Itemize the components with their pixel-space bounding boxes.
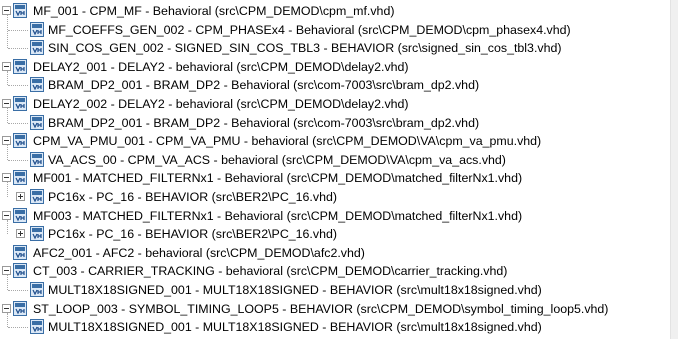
tree-connector — [7, 182, 8, 197]
vhdl-module-icon — [13, 207, 27, 223]
vhdl-module-icon — [30, 189, 44, 204]
tree-node-label: MF_001 - CPM_MF - Behavioral (src\CPM_DE… — [33, 4, 395, 18]
tree-node[interactable]: MF003 - MATCHED_FILTERNx1 - Behavioral (… — [0, 207, 671, 226]
tree-node[interactable]: CT_003 - CARRIER_TRACKING - behavioral (… — [0, 262, 671, 281]
expand-toggle[interactable] — [16, 192, 25, 201]
vhdl-module-icon — [30, 151, 44, 167]
tree-node-label: BRAM_DP2_001 - BRAM_DP2 - Behavioral (sr… — [48, 115, 480, 130]
tree-connector — [8, 327, 28, 329]
tree-node-label: VA_ACS_00 - CPM_VA_ACS - behavioral (src… — [48, 152, 506, 167]
tree-node-label: CPM_VA_PMU_001 - CPM_VA_PMU - behavioral… — [33, 134, 542, 149]
tree-connector — [7, 108, 8, 123]
collapse-toggle[interactable] — [2, 136, 11, 146]
tree-node[interactable]: BRAM_DP2_001 - BRAM_DP2 - Behavioral (sr… — [0, 76, 671, 95]
tree-node[interactable]: ST_LOOP_003 - SYMBOL_TIMING_LOOP5 - BEHA… — [0, 300, 671, 319]
tree-connector — [8, 122, 28, 124]
vhdl-module-icon — [13, 96, 27, 111]
collapse-toggle[interactable] — [2, 173, 11, 183]
tree-node-label: MULT18X18SIGNED_001 - MULT18X18SIGNED - … — [48, 320, 542, 335]
tree-connector — [8, 85, 28, 87]
collapse-toggle[interactable] — [2, 303, 11, 313]
tree-connector — [8, 159, 28, 161]
tree-connector — [7, 70, 8, 86]
tree-node-label: PC16x - PC_16 - BEHAVIOR (src\BER2\PC_16… — [48, 227, 337, 242]
vhdl-module-icon — [30, 114, 44, 130]
collapse-toggle[interactable] — [2, 61, 11, 71]
vhdl-module-icon — [13, 263, 27, 279]
vhdl-module-icon — [13, 244, 27, 260]
tree-node[interactable]: MF_COEFFS_GEN_002 - CPM_PHASEx4 - Behavi… — [0, 21, 671, 40]
tree-node[interactable]: MF_001 - CPM_MF - Behavioral (src\CPM_DE… — [0, 2, 671, 21]
tree-node[interactable]: DELAY2_001 - DELAY2 - behavioral (src\CP… — [0, 58, 671, 77]
tree-connector — [7, 145, 8, 160]
tree-node[interactable]: MULT18X18SIGNED_001 - MULT18X18SIGNED - … — [0, 281, 671, 300]
tree-connector — [7, 219, 8, 235]
tree-node[interactable]: AFC2_001 - AFC2 - behavioral (src\CPM_DE… — [0, 244, 671, 263]
tree-node[interactable]: MULT18X18SIGNED_001 - MULT18X18SIGNED - … — [0, 318, 671, 337]
tree-node-label: MULT18X18SIGNED_001 - MULT18X18SIGNED - … — [48, 283, 542, 297]
vhdl-module-icon — [13, 133, 27, 149]
tree-connector — [7, 312, 8, 328]
tree-node-label: MF003 - MATCHED_FILTERNx1 - Behavioral (… — [33, 208, 523, 223]
tree-connector — [8, 48, 28, 50]
design-hierarchy-tree: MF_001 - CPM_MF - Behavioral (src\CPM_DE… — [0, 0, 671, 339]
tree-connector — [7, 275, 8, 290]
tree-node-label: MF001 - MATCHED_FILTERNx1 - Behavioral (… — [33, 171, 523, 186]
vhdl-module-icon — [13, 58, 27, 74]
collapse-toggle[interactable] — [2, 99, 11, 108]
vhdl-module-icon — [13, 300, 27, 316]
vhdl-module-icon — [30, 77, 44, 93]
tree-node-label: PC16x - PC_16 - BEHAVIOR (src\BER2\PC_16… — [48, 190, 337, 204]
vhdl-module-icon — [13, 170, 27, 186]
vhdl-module-icon — [13, 3, 27, 18]
tree-connector — [8, 29, 28, 31]
vhdl-module-icon — [30, 21, 44, 37]
collapse-toggle[interactable] — [2, 6, 11, 15]
tree-node[interactable]: BRAM_DP2_001 - BRAM_DP2 - Behavioral (sr… — [0, 114, 671, 133]
tree-node-label: DELAY2_002 - DELAY2 - behavioral (src\CP… — [33, 97, 409, 111]
tree-node[interactable]: MF001 - MATCHED_FILTERNx1 - Behavioral (… — [0, 169, 671, 188]
tree-node-label: CT_003 - CARRIER_TRACKING - behavioral (… — [33, 264, 508, 279]
tree-node[interactable]: VA_ACS_00 - CPM_VA_ACS - behavioral (src… — [0, 151, 671, 170]
vhdl-module-icon — [30, 40, 44, 56]
tree-node[interactable]: PC16x - PC_16 - BEHAVIOR (src\BER2\PC_16… — [0, 225, 671, 244]
vhdl-module-icon — [30, 282, 44, 297]
tree-node-label: AFC2_001 - AFC2 - behavioral (src\CPM_DE… — [33, 245, 365, 260]
tree-node-label: BRAM_DP2_001 - BRAM_DP2 - Behavioral (sr… — [48, 78, 480, 93]
tree-node[interactable]: SIN_COS_GEN_002 - SIGNED_SIN_COS_TBL3 - … — [0, 39, 671, 58]
tree-node-label: MF_COEFFS_GEN_002 - CPM_PHASEx4 - Behavi… — [48, 22, 571, 37]
vhdl-module-icon — [30, 319, 44, 335]
expand-toggle[interactable] — [16, 229, 25, 239]
tree-node-label: DELAY2_001 - DELAY2 - behavioral (src\CP… — [33, 59, 409, 74]
tree-node-label: ST_LOOP_003 - SYMBOL_TIMING_LOOP5 - BEHA… — [33, 301, 609, 316]
tree-node[interactable]: PC16x - PC_16 - BEHAVIOR (src\BER2\PC_16… — [0, 188, 671, 207]
tree-connector — [7, 15, 8, 49]
vhdl-module-icon — [30, 226, 44, 242]
collapse-toggle[interactable] — [2, 266, 11, 276]
tree-node-label: SIN_COS_GEN_002 - SIGNED_SIN_COS_TBL3 - … — [48, 41, 562, 56]
collapse-toggle[interactable] — [2, 210, 11, 220]
vertical-scrollbar[interactable] — [670, 0, 678, 339]
tree-node[interactable]: CPM_VA_PMU_001 - CPM_VA_PMU - behavioral… — [0, 132, 671, 151]
tree-node[interactable]: DELAY2_002 - DELAY2 - behavioral (src\CP… — [0, 95, 671, 114]
tree-connector — [8, 290, 28, 291]
